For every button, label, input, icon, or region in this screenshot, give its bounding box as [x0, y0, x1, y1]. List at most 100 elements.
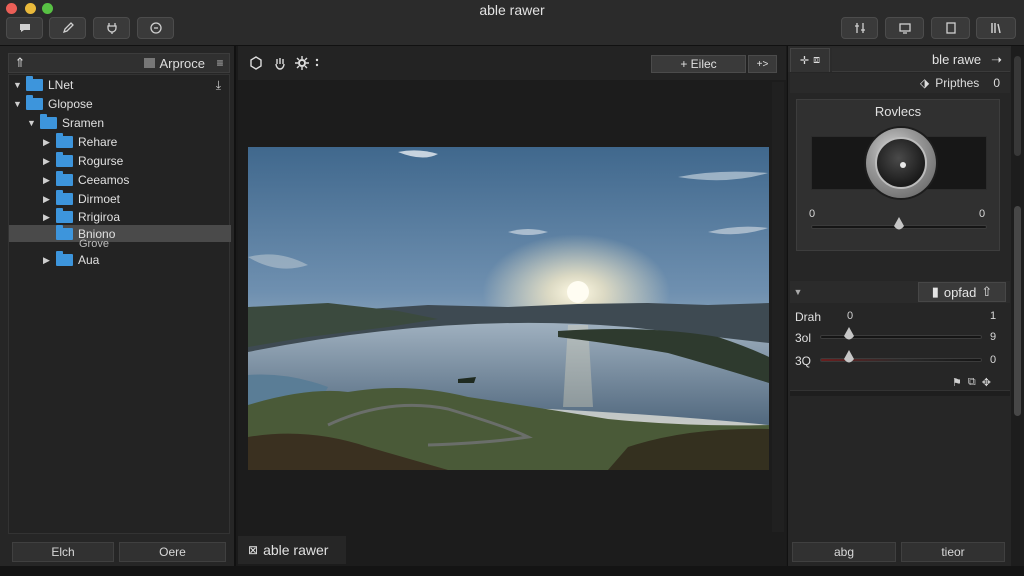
right-footer-button-1[interactable]: abg [792, 542, 896, 562]
tab-raw[interactable]: ble rawe ➝ [832, 48, 1010, 72]
tree-item[interactable]: ▼ Sramen [27, 114, 104, 132]
properties-label: Pripthes [935, 76, 980, 90]
tree-item[interactable]: ▶ Dirmoet [43, 190, 120, 208]
monitor-icon [898, 23, 911, 34]
properties-row: ⬗ Pripthes 0 [790, 73, 1010, 93]
adjust-slider-thumb-3[interactable] [844, 350, 855, 364]
adjust-slider-thumb-2[interactable] [844, 327, 855, 341]
message-button[interactable] [6, 17, 43, 39]
collapsed-triangle-icon: ▶ [43, 174, 50, 185]
adjust-label-2: 3ol [795, 331, 812, 345]
panel-button[interactable] [931, 17, 970, 39]
pen-icon [62, 22, 74, 34]
folder-icon [56, 208, 73, 223]
file-browser-title: Arproce [159, 55, 205, 71]
more-vertical-icon[interactable] [314, 55, 320, 71]
collapsed-triangle-icon: ▶ [43, 136, 50, 147]
collapsed-triangle-icon: ▶ [43, 254, 50, 265]
scrollbar-thumb-upper[interactable] [1014, 56, 1021, 156]
panel-tabs: ✛ ⧈ ble rawe ➝ [788, 46, 1012, 72]
folder-icon [56, 251, 73, 266]
menu-icon[interactable]: ≡ [211, 56, 229, 70]
adjust-value-1: 1 [990, 310, 997, 322]
viewer-toolbar: + Eilec +> [238, 46, 786, 80]
preview-box: Rovlecs 0 0 [796, 99, 1000, 251]
rotation-dial[interactable] [866, 128, 936, 198]
panel-scrollbar[interactable] [1011, 46, 1024, 566]
pen-button[interactable] [49, 17, 86, 39]
collapse-triangle-icon[interactable]: ▼ [790, 287, 806, 297]
scrollbar-thumb[interactable] [1014, 206, 1021, 416]
opfad-button[interactable]: ▮ opfad ⇧ [918, 282, 1006, 302]
folder-icon [26, 95, 43, 110]
flag-icon[interactable]: ⚑ [952, 376, 962, 389]
close-small-icon[interactable]: ⊠ [248, 543, 258, 557]
preview-slider-thumb[interactable] [894, 217, 904, 231]
plug-button[interactable] [93, 17, 130, 39]
power-icon [149, 22, 162, 34]
hexagon-icon[interactable] [248, 55, 264, 71]
arrow-right-icon: ➝ [991, 51, 1002, 67]
tree-item-label: Rehare [78, 135, 118, 149]
tab-raw-label: ble rawe [931, 52, 982, 67]
copy-icon[interactable]: ⧉ [968, 376, 976, 389]
preview-title: Rovlecs [874, 104, 922, 119]
bookmark-icon: ▮ [931, 284, 939, 299]
tree-item[interactable]: ▼ Glopose [13, 95, 93, 113]
tree-item[interactable]: ▶ Rehare [43, 133, 117, 151]
section-divider [790, 390, 1010, 396]
tree-item[interactable]: ▶ Aua [43, 251, 99, 269]
adjust-min-1: 0 [847, 310, 854, 322]
properties-value: 0 [993, 76, 1000, 90]
message-icon [19, 24, 30, 32]
adjust-label-1: Drah [795, 310, 822, 324]
properties-icon: ⬗ [920, 76, 930, 90]
folder-icon [56, 190, 73, 205]
expanded-triangle-icon: ▼ [13, 80, 22, 90]
adjust-value-3: 0 [990, 354, 997, 366]
tree-item-label: Rogurse [78, 154, 124, 168]
gear-icon[interactable] [294, 55, 310, 71]
landscape-photo [248, 147, 769, 470]
adjustments-panel: ✛ ⧈ ble rawe ➝ ⬗ Pripthes 0 Rovlecs 0 0 … [787, 46, 1012, 566]
move-icon[interactable]: ✥ [982, 376, 991, 389]
adjust-button[interactable] [841, 17, 878, 39]
collapsed-triangle-icon: ▶ [43, 193, 50, 204]
tree-item-label: Ceeamos [78, 173, 130, 187]
title-bar: able rawer [0, 0, 1024, 46]
hand-icon[interactable] [272, 55, 288, 71]
tree-item[interactable]: ▶ Rogurse [43, 152, 123, 170]
tree-item[interactable]: ▶ Rrigiroa [43, 208, 120, 226]
library-button[interactable] [976, 17, 1016, 39]
folder-view-icon [144, 58, 156, 68]
monitor-button[interactable] [885, 17, 924, 39]
up-arrow-icon[interactable]: ⇑ [9, 55, 31, 71]
upload-icon: ⇧ [981, 284, 993, 299]
folder-tree[interactable]: ▼ LNet ⤓ ▼ Glopose ▼ Sramen ▶ Rehare ▶ R… [8, 74, 231, 534]
tree-item-label: Sramen [62, 116, 105, 130]
adjust-value-2: 9 [990, 331, 997, 343]
tree-item-selected[interactable]: Bniono [9, 224, 231, 242]
expand-button[interactable]: +> [748, 55, 777, 73]
left-footer-button-2[interactable]: Oere [119, 542, 226, 562]
tree-item[interactable]: ▼ LNet ⤓ [13, 76, 229, 94]
tree-item[interactable]: ▶ Ceeamos [43, 171, 129, 189]
right-footer-button-2[interactable]: tieor [901, 542, 1005, 562]
expanded-triangle-icon: ▼ [27, 118, 36, 128]
viewer-scrollbar[interactable] [772, 82, 784, 532]
split-icon: ⧈ [813, 54, 821, 66]
left-footer-button-1[interactable]: Elch [12, 542, 114, 562]
plug-icon [106, 23, 117, 34]
tree-item-label: Rrigiroa [78, 210, 121, 224]
bottom-edge [0, 566, 1024, 576]
tree-item-sublabel: Grove [79, 238, 109, 250]
plus-icon: ✛ [799, 55, 810, 67]
image-viewer: + Eilec +> ⊠ able rawer [238, 46, 786, 566]
add-filter-button[interactable]: + Eilec [651, 55, 746, 73]
download-icon[interactable]: ⤓ [216, 78, 221, 93]
collapsed-triangle-icon: ▶ [43, 211, 50, 222]
window-title: able rawer [479, 2, 545, 18]
tab-tools[interactable]: ✛ ⧈ [790, 48, 830, 72]
viewer-status: ⊠ able rawer [238, 536, 346, 564]
power-button[interactable] [137, 17, 174, 39]
